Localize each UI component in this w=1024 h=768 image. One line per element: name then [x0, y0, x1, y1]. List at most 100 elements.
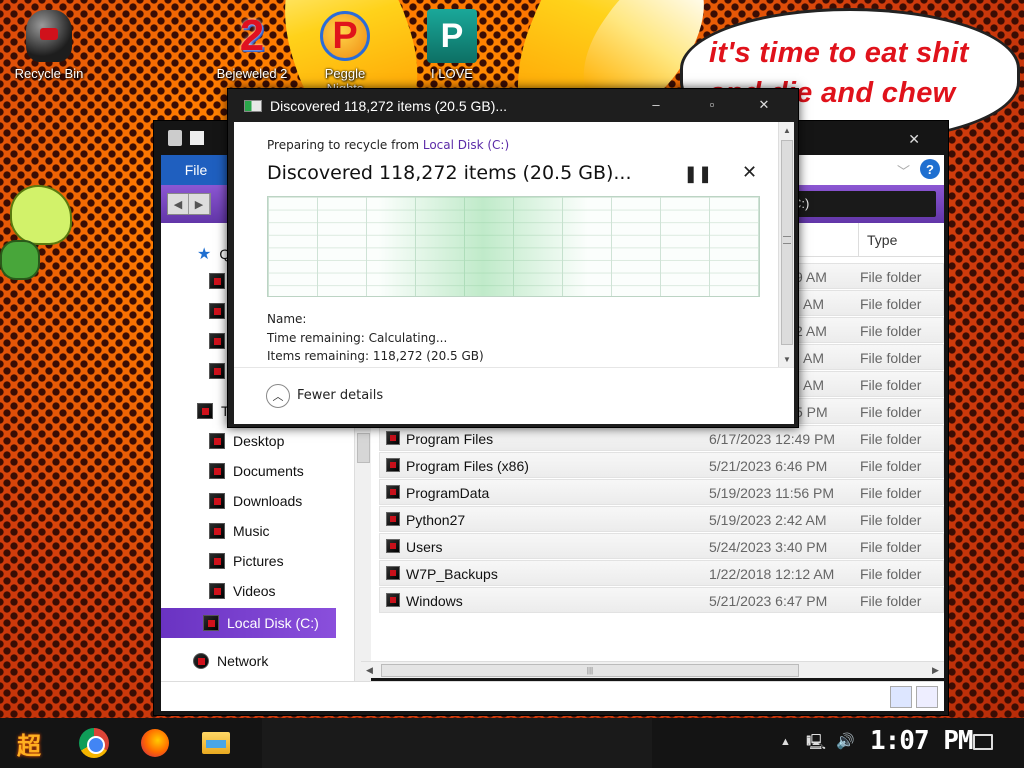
dialog-footer: ︿ Fewer details: [234, 367, 794, 424]
scrollbar-thumb[interactable]: [357, 433, 370, 463]
nav-label: Pictures: [233, 553, 284, 569]
nav-videos[interactable]: Videos: [209, 578, 276, 604]
nav-item[interactable]: [209, 298, 225, 324]
table-row[interactable]: Program Files (x86) 5/21/2023 6:46 PM Fi…: [379, 452, 944, 478]
row-type: File folder: [860, 566, 922, 582]
table-row[interactable]: Program Files 6/17/2023 12:49 PM File fo…: [379, 425, 944, 451]
nav-pictures[interactable]: Pictures: [209, 548, 284, 574]
fewer-details-button[interactable]: ︿: [266, 384, 290, 408]
row-date: 5/19/2023 11:56 PM: [709, 485, 835, 501]
show-hidden-icons-icon[interactable]: ▲: [780, 736, 791, 748]
row-type: File folder: [860, 485, 922, 501]
taskbar-thumbnail-area: [262, 718, 652, 768]
row-date: 2 AM: [795, 323, 827, 339]
folder-icon: [209, 273, 225, 289]
row-type: File folder: [860, 539, 922, 555]
taskbar-firefox[interactable]: [138, 726, 172, 760]
scroll-left-icon[interactable]: ◀: [361, 662, 378, 679]
nav-item[interactable]: [209, 358, 225, 384]
nav-local-disk[interactable]: Local Disk (C:): [161, 608, 336, 638]
music-folder-icon: [209, 523, 225, 539]
desktop-folder-icon: [209, 433, 225, 449]
desktop-icon-publisher[interactable]: P I LOVE: [414, 8, 490, 81]
folder-icon: [209, 363, 225, 379]
row-date: 5 PM: [795, 404, 828, 420]
firefox-icon: [141, 729, 169, 757]
fewer-details-label[interactable]: Fewer details: [297, 388, 383, 403]
scrollbar-thumb[interactable]: |||: [381, 664, 799, 677]
nav-label: Music: [233, 523, 270, 539]
nav-item[interactable]: [209, 268, 225, 294]
nav-this-pc[interactable]: T: [197, 398, 230, 424]
row-name: Users: [406, 539, 443, 555]
file-tab[interactable]: File: [161, 155, 231, 185]
minimize-icon[interactable]: –: [646, 97, 666, 112]
large-icons-view-icon[interactable]: [916, 686, 938, 708]
row-type: File folder: [860, 350, 922, 366]
pause-icon[interactable]: ❚❚: [684, 164, 713, 184]
address-field[interactable]: C:): [786, 191, 936, 217]
recycle-bin-icon: [26, 10, 72, 62]
scroll-down-icon[interactable]: ▼: [779, 351, 795, 367]
nav-music[interactable]: Music: [209, 518, 270, 544]
quick-access-properties-icon[interactable]: [190, 131, 204, 145]
column-type-header[interactable]: Type: [858, 223, 897, 257]
nav-label: Documents: [233, 463, 304, 479]
close-icon[interactable]: ✕: [908, 131, 920, 148]
start-button[interactable]: 超: [12, 726, 46, 760]
scroll-up-icon[interactable]: ▲: [779, 122, 795, 138]
taskbar-chrome[interactable]: [77, 726, 111, 760]
nav-desktop[interactable]: Desktop: [209, 428, 284, 454]
nav-network[interactable]: Network: [193, 648, 268, 674]
recycle-progress-dialog[interactable]: Discovered 118,272 items (20.5 GB)... – …: [227, 88, 799, 428]
row-type: File folder: [860, 458, 922, 474]
cancel-icon[interactable]: ✕: [742, 162, 757, 183]
nav-quick-access[interactable]: ★ Q: [197, 241, 230, 267]
peggle-icon: P: [320, 11, 370, 61]
scroll-right-icon[interactable]: ▶: [927, 662, 944, 679]
nav-documents[interactable]: Documents: [209, 458, 304, 484]
notifications-icon[interactable]: [973, 734, 993, 750]
row-name: Python27: [406, 512, 466, 528]
horizontal-scrollbar[interactable]: ◀ ||| ▶: [361, 661, 944, 678]
row-type: File folder: [860, 269, 922, 285]
folder-icon: [386, 485, 400, 499]
back-icon[interactable]: ◀: [168, 194, 189, 214]
network-tray-icon[interactable]: 🖳: [806, 732, 826, 757]
taskbar-file-explorer[interactable]: [199, 726, 233, 760]
desktop-icon-label: Bejeweled 2: [216, 66, 288, 81]
row-date: AM: [803, 296, 824, 312]
table-row[interactable]: W7P_Backups 1/22/2018 12:12 AM File fold…: [379, 560, 944, 586]
row-type: File folder: [860, 323, 922, 339]
help-icon[interactable]: ?: [920, 159, 940, 179]
row-name: Program Files (x86): [406, 458, 529, 474]
table-row[interactable]: Python27 5/19/2023 2:42 AM File folder: [379, 506, 944, 532]
row-name: ProgramData: [406, 485, 490, 501]
source-link[interactable]: Local Disk (C:): [423, 138, 509, 152]
desktop-icon-bejeweled[interactable]: 2 Bejeweled 2: [214, 8, 290, 81]
forward-icon[interactable]: ▶: [189, 194, 210, 214]
maximize-icon[interactable]: ▫: [702, 97, 722, 112]
folder-icon: [386, 593, 400, 607]
nav-item[interactable]: [209, 328, 225, 354]
table-row[interactable]: ProgramData 5/19/2023 11:56 PM File fold…: [379, 479, 944, 505]
table-row[interactable]: Windows 5/21/2023 6:47 PM File folder: [379, 587, 944, 613]
publisher-icon: P: [427, 9, 477, 63]
details-view-icon[interactable]: [890, 686, 912, 708]
folder-icon: [386, 512, 400, 526]
chevron-down-icon[interactable]: ﹀: [897, 161, 910, 180]
row-name: W7P_Backups: [406, 566, 498, 582]
row-date: 1/22/2018 12:12 AM: [709, 566, 835, 582]
volume-icon[interactable]: 🔊: [836, 732, 855, 750]
table-row[interactable]: Users 5/24/2023 3:40 PM File folder: [379, 533, 944, 559]
desktop-icon-recycle-bin[interactable]: Recycle Bin: [11, 8, 87, 81]
clock[interactable]: 1:07 PM: [870, 726, 974, 756]
row-type: File folder: [860, 296, 922, 312]
close-icon[interactable]: ✕: [754, 97, 774, 113]
time-remaining: Time remaining: Calculating...: [267, 331, 448, 345]
start-icon: 超: [17, 732, 41, 760]
nav-downloads[interactable]: Downloads: [209, 488, 302, 514]
dialog-scrollbar[interactable]: ▲ ▼: [778, 122, 794, 367]
desktop-icon-peggle[interactable]: P Peggle Nights: [307, 8, 383, 96]
bubble-line: it's time to eat shit: [709, 37, 969, 69]
